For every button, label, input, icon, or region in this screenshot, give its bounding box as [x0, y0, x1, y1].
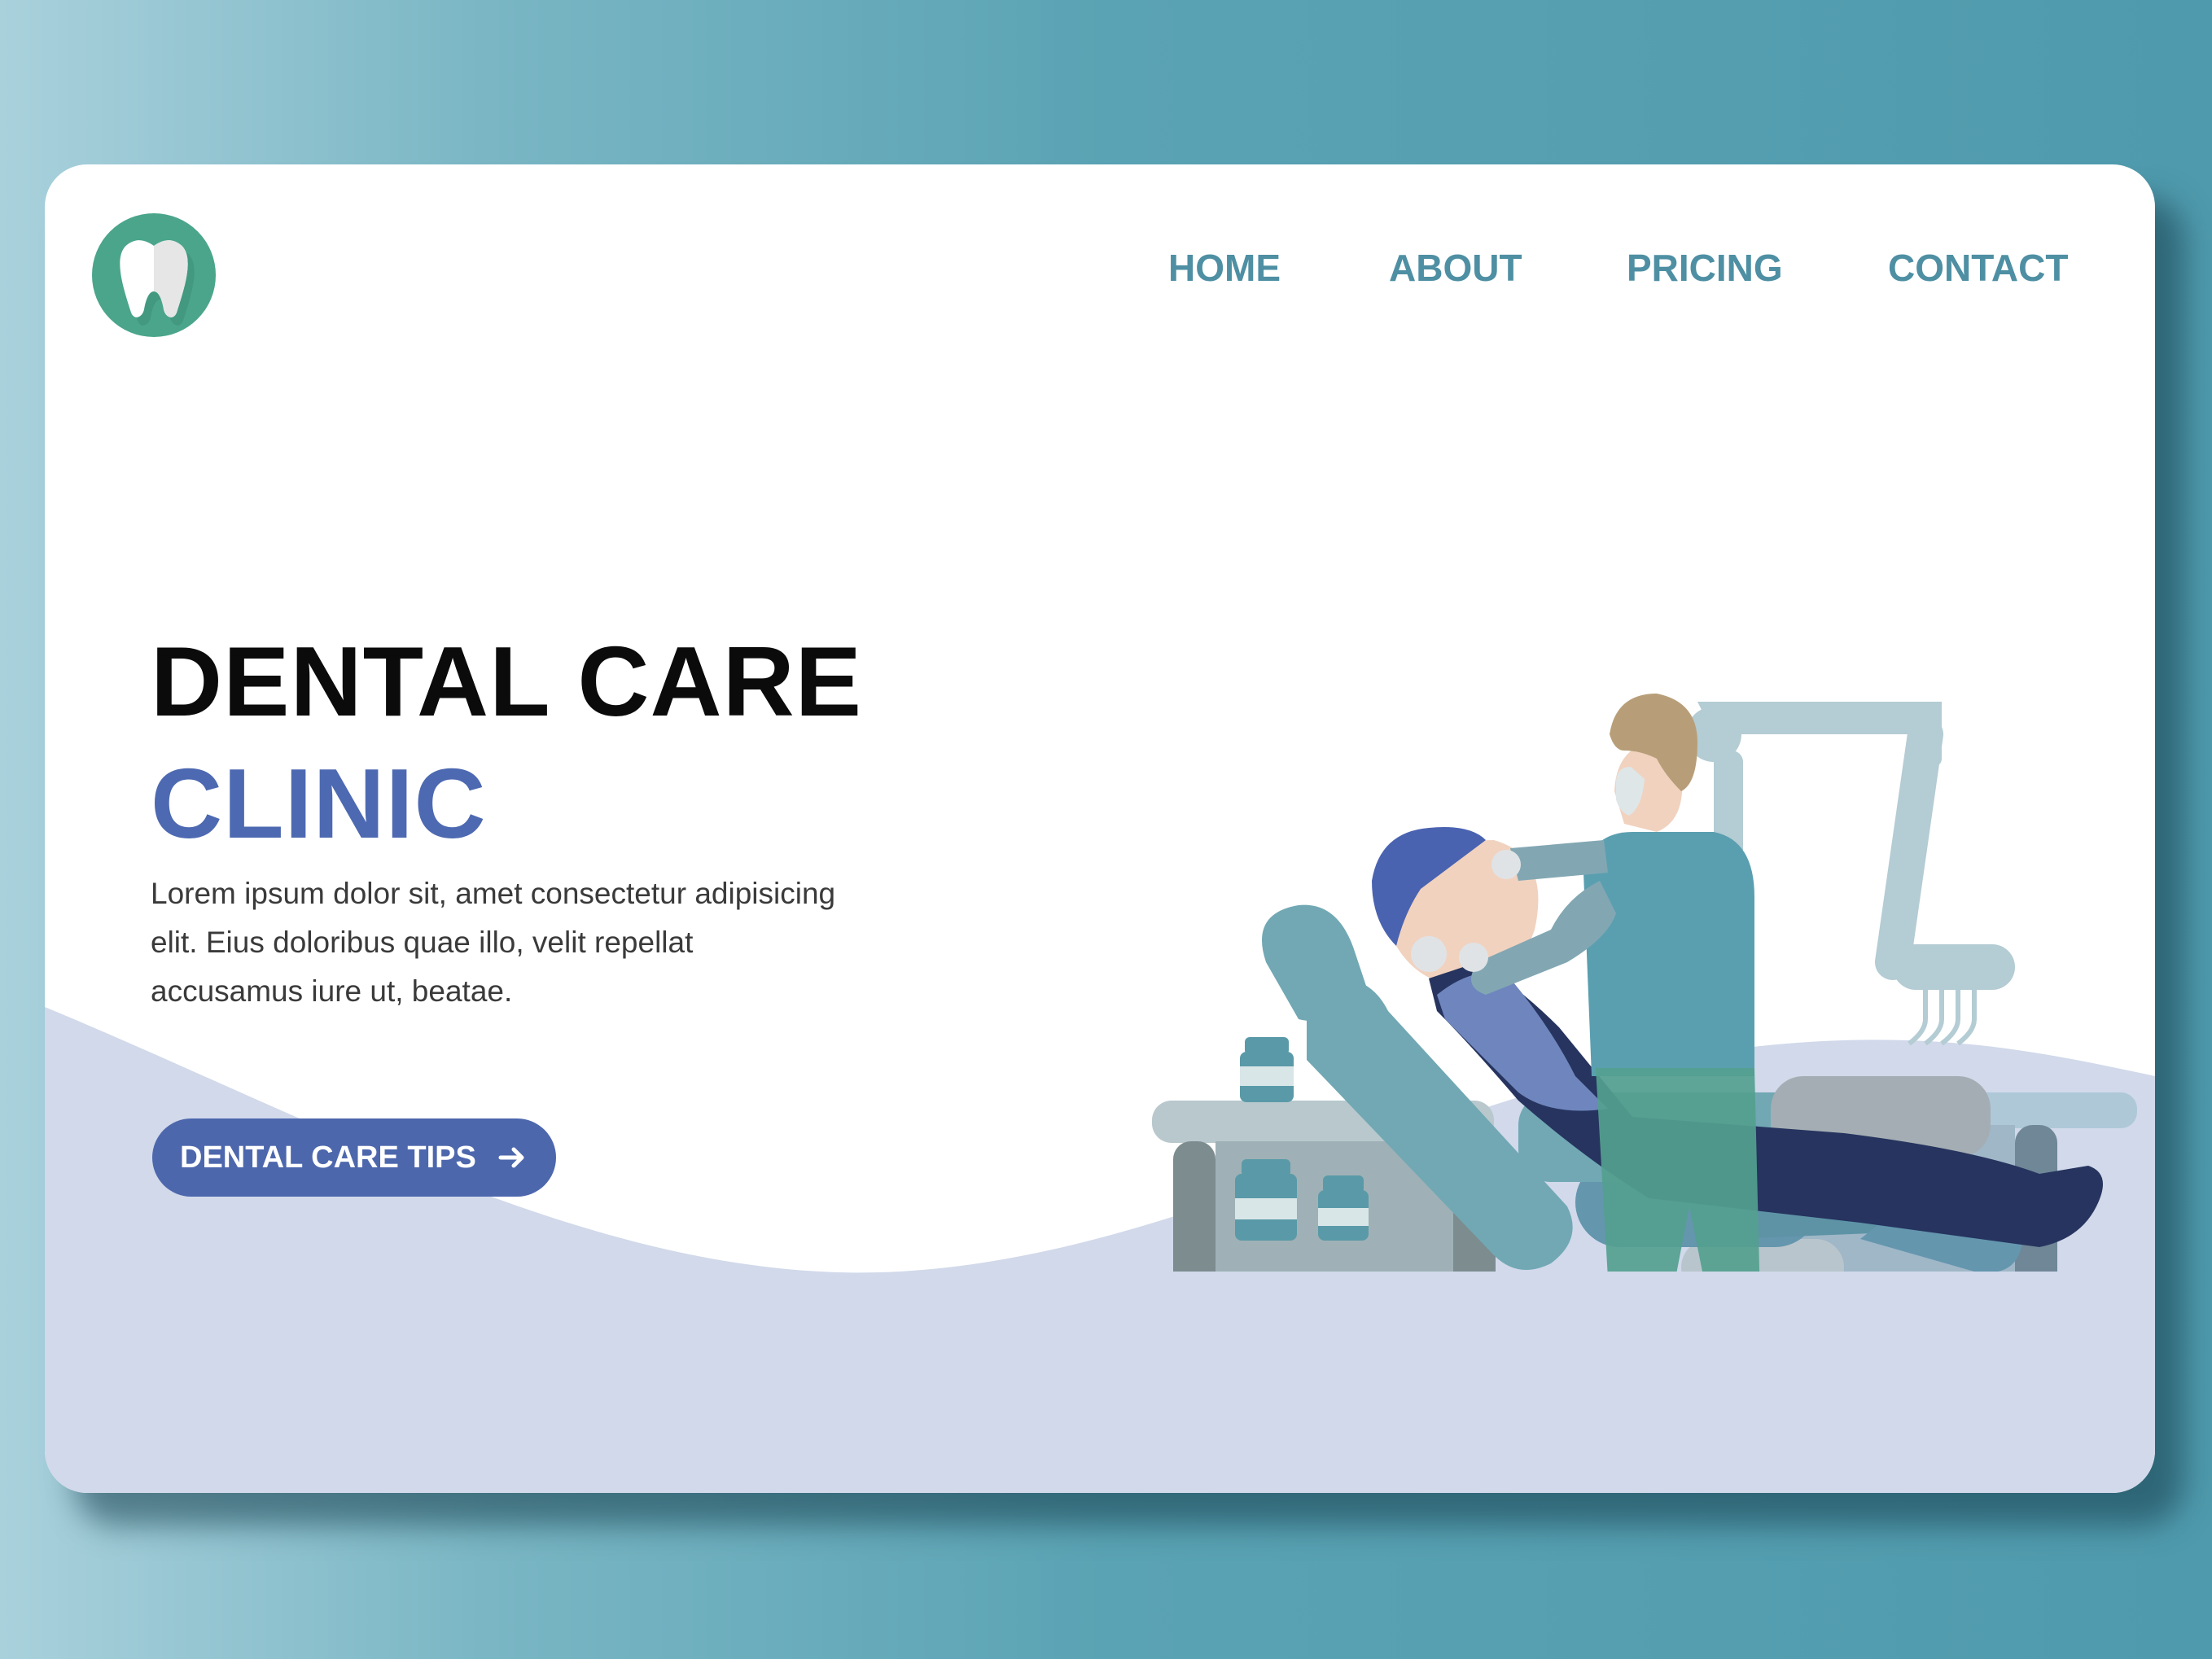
main-nav: HOME ABOUT PRICING CONTACT — [45, 246, 2155, 295]
nav-pricing-link[interactable]: PRICING — [1627, 246, 1783, 290]
landing-card: HOME ABOUT PRICING CONTACT DENTAL CARE C… — [45, 164, 2155, 1493]
nav-contact-link[interactable]: CONTACT — [1888, 246, 2068, 290]
nav-home-link[interactable]: HOME — [1168, 246, 1281, 290]
cta-label: DENTAL CARE TIPS — [180, 1140, 476, 1175]
hero-title-line1: DENTAL CARE — [151, 626, 863, 737]
dental-care-tips-button[interactable]: DENTAL CARE TIPS — [152, 1118, 556, 1197]
hero-title-line2: CLINIC — [151, 748, 487, 859]
hero-description: Lorem ipsum dolor sit, amet consectetur … — [151, 877, 836, 1008]
hero-title: DENTAL CARE CLINIC — [151, 620, 862, 865]
dentist-illustration — [1152, 694, 2137, 1272]
arrow-right-icon — [498, 1147, 524, 1168]
nav-about-link[interactable]: ABOUT — [1389, 246, 1522, 290]
